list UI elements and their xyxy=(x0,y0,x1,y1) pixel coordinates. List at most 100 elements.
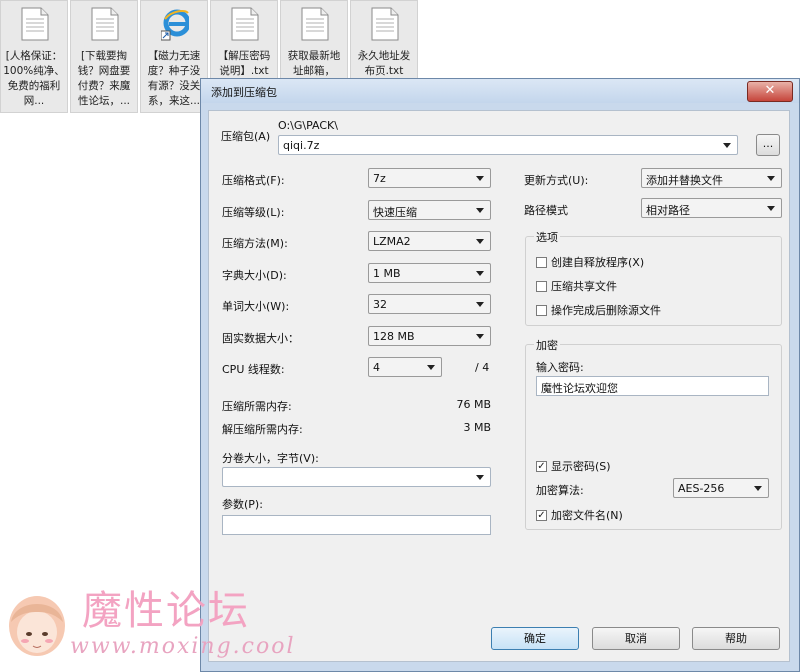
method-select[interactable]: LZMA2 xyxy=(368,231,491,251)
file-name: 【磁力无速度？种子没有源？没关系，来这... xyxy=(147,50,201,107)
update-label: 更新方式(U): xyxy=(524,174,589,187)
file-icon-item[interactable]: [人格保证：100%纯净、免费的福利网... xyxy=(0,0,68,113)
cpu-value: 4 xyxy=(373,361,380,374)
password-value: 魔性论坛欢迎您 xyxy=(541,382,618,395)
dialog-content: 压缩包(A) O:\G\PACK\ qiqi.7z ... 压缩格式(F): 7… xyxy=(208,110,790,662)
checkmark-icon: ✓ xyxy=(536,460,547,472)
enc-method-value: AES-256 xyxy=(678,482,725,495)
volume-select[interactable] xyxy=(222,467,491,487)
file-name: [下载要掏钱？网盘要付费？来魔性论坛，... xyxy=(77,50,131,107)
dialog-title: 添加到压缩包 xyxy=(211,86,277,99)
solid-select[interactable]: 128 MB xyxy=(368,326,491,346)
volume-label: 分卷大小，字节(V): xyxy=(222,452,319,465)
chevron-down-icon xyxy=(473,471,487,484)
watermark-url: www.moxing.cool xyxy=(70,634,296,659)
format-value: 7z xyxy=(373,172,386,185)
mem-decomp-value: 3 MB xyxy=(463,421,491,434)
chevron-down-icon xyxy=(473,330,487,343)
browse-button[interactable]: ... xyxy=(756,134,780,156)
chevron-down-icon xyxy=(764,202,778,215)
close-button[interactable]: ✕ xyxy=(747,81,793,102)
watermark-text: 魔性论坛 xyxy=(82,588,250,634)
add-to-archive-dialog: 添加到压缩包 ✕ 压缩包(A) O:\G\PACK\ qiqi.7z ... 压… xyxy=(200,78,800,672)
chevron-down-icon xyxy=(720,139,734,152)
chevron-down-icon xyxy=(473,267,487,280)
encrypt-names-label: 加密文件名(N) xyxy=(551,509,623,522)
chevron-down-icon xyxy=(473,172,487,185)
text-file-icon xyxy=(231,7,259,41)
archive-path: O:\G\PACK\ xyxy=(278,119,338,132)
sfx-label: 创建自释放程序(X) xyxy=(551,256,645,269)
path-label: 路径模式 xyxy=(524,204,568,217)
params-input[interactable] xyxy=(222,515,491,535)
file-icon-item[interactable]: 【磁力无速度？种子没有源？没关系，来这... xyxy=(140,0,208,113)
level-label: 压缩等级(L): xyxy=(222,206,285,219)
shared-label: 压缩共享文件 xyxy=(551,280,617,293)
checkbox-box xyxy=(536,280,547,292)
method-label: 压缩方法(M): xyxy=(222,237,288,250)
word-select[interactable]: 32 xyxy=(368,294,491,314)
word-value: 32 xyxy=(373,298,387,311)
enc-method-select[interactable]: AES-256 xyxy=(673,478,769,498)
file-name: 【解压密码说明】.txt xyxy=(217,50,271,77)
options-group: 选项 创建自释放程序(X) 压缩共享文件 操作完成后删除源文件 xyxy=(525,229,782,326)
sfx-checkbox[interactable]: 创建自释放程序(X) xyxy=(536,254,644,270)
show-password-label: 显示密码(S) xyxy=(551,460,611,473)
mem-comp-value: 76 MB xyxy=(456,398,491,411)
internet-explorer-shortcut-icon xyxy=(161,9,189,41)
ok-button[interactable]: 确定 xyxy=(491,627,579,650)
show-password-checkbox[interactable]: ✓ 显示密码(S) xyxy=(536,458,611,474)
delete-source-label: 操作完成后删除源文件 xyxy=(551,304,661,317)
level-select[interactable]: 快速压缩 xyxy=(368,200,491,220)
password-input[interactable]: 魔性论坛欢迎您 xyxy=(536,376,769,396)
params-label: 参数(P): xyxy=(222,498,263,511)
file-name: 永久地址发布页.txt xyxy=(357,50,411,77)
cpu-label: CPU 线程数: xyxy=(222,363,285,376)
file-icon-item[interactable]: [下载要掏钱？网盘要付费？来魔性论坛，... xyxy=(70,0,138,113)
dialog-titlebar[interactable]: 添加到压缩包 ✕ xyxy=(201,79,799,103)
format-select[interactable]: 7z xyxy=(368,168,491,188)
text-file-icon xyxy=(301,7,329,41)
text-file-icon xyxy=(371,7,399,41)
solid-label: 固实数据大小： xyxy=(222,332,299,345)
format-label: 压缩格式(F): xyxy=(222,174,285,187)
archive-name-combo[interactable]: qiqi.7z xyxy=(278,135,738,155)
dict-value: 1 MB xyxy=(373,267,401,280)
chevron-down-icon xyxy=(473,204,487,217)
shared-checkbox[interactable]: 压缩共享文件 xyxy=(536,278,617,294)
chevron-down-icon xyxy=(424,361,438,374)
encrypt-names-checkbox[interactable]: ✓ 加密文件名(N) xyxy=(536,507,623,523)
update-select[interactable]: 添加并替换文件 xyxy=(641,168,782,188)
cancel-button[interactable]: 取消 xyxy=(592,627,680,650)
chevron-down-icon xyxy=(473,235,487,248)
checkbox-box xyxy=(536,256,547,268)
solid-value: 128 MB xyxy=(373,330,415,343)
password-label: 输入密码: xyxy=(536,361,584,374)
mem-comp-label: 压缩所需内存: xyxy=(222,400,292,413)
encryption-title: 加密 xyxy=(534,337,560,353)
file-name: [人格保证：100%纯净、免费的福利网... xyxy=(3,50,65,107)
delete-source-checkbox[interactable]: 操作完成后删除源文件 xyxy=(536,302,661,318)
update-value: 添加并替换文件 xyxy=(646,174,723,187)
text-file-icon xyxy=(91,7,119,41)
cpu-total: / 4 xyxy=(475,361,490,374)
cpu-select[interactable]: 4 xyxy=(368,357,442,377)
chevron-down-icon xyxy=(473,298,487,311)
checkmark-icon: ✓ xyxy=(536,509,547,521)
path-select[interactable]: 相对路径 xyxy=(641,198,782,218)
chevron-down-icon xyxy=(764,172,778,185)
enc-method-label: 加密算法: xyxy=(536,484,584,497)
archive-label: 压缩包(A) xyxy=(221,130,271,143)
help-button[interactable]: 帮助 xyxy=(692,627,780,650)
text-file-icon xyxy=(21,7,49,41)
options-title: 选项 xyxy=(534,229,560,245)
encryption-group: 加密 输入密码: 魔性论坛欢迎您 ✓ 显示密码(S) 加密算法: AES-256… xyxy=(525,337,782,530)
dict-select[interactable]: 1 MB xyxy=(368,263,491,283)
checkbox-box xyxy=(536,304,547,316)
mem-decomp-label: 解压缩所需内存: xyxy=(222,423,303,436)
anime-girl-mascot-icon xyxy=(9,596,65,656)
word-label: 单词大小(W): xyxy=(222,300,290,313)
method-value: LZMA2 xyxy=(373,235,411,248)
forum-watermark: 魔性论坛 www.moxing.cool xyxy=(0,578,294,672)
archive-name-value: qiqi.7z xyxy=(283,139,320,152)
